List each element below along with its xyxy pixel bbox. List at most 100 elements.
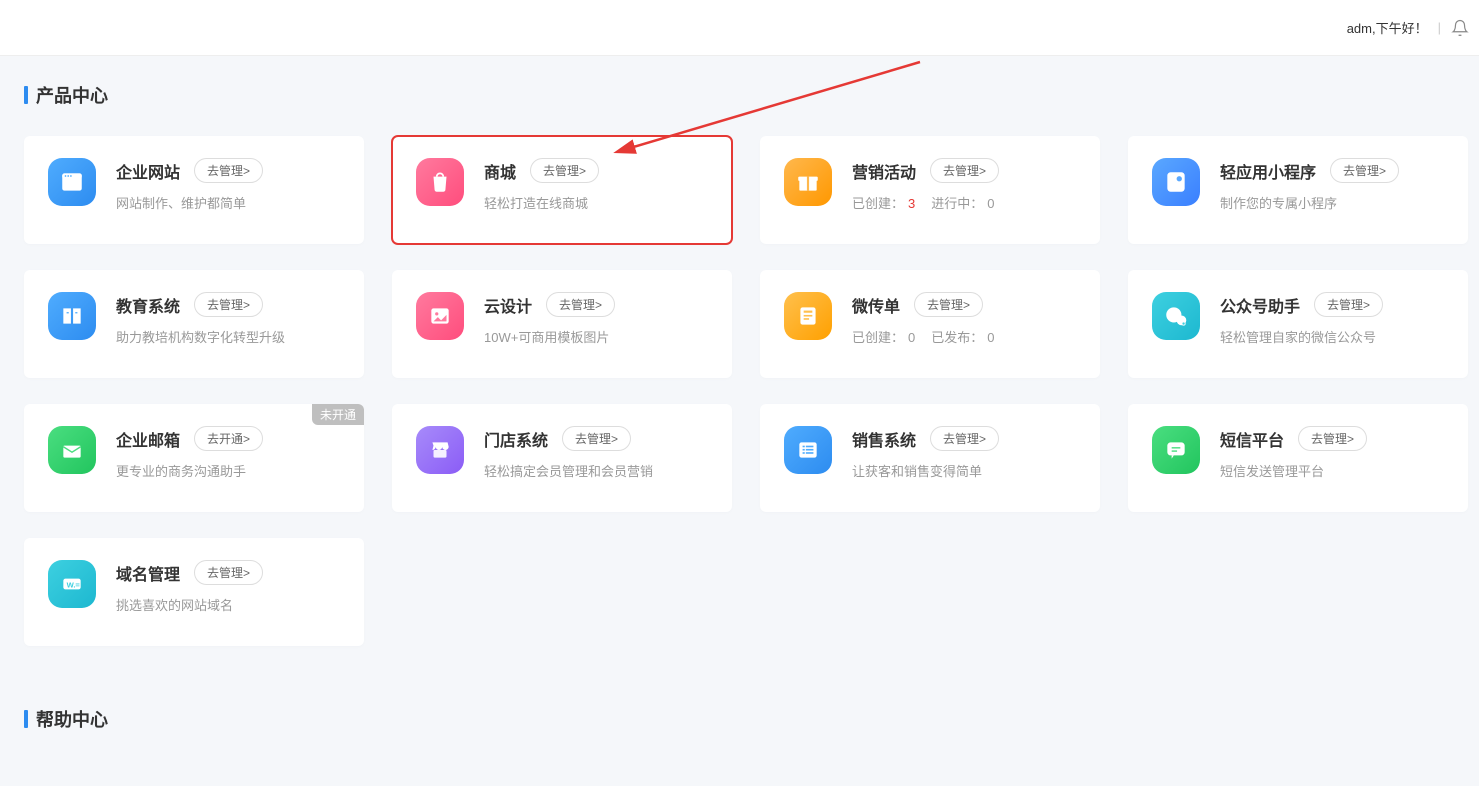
card-body: 销售系统去管理> 让获客和销售变得简单 xyxy=(852,426,1076,480)
manage-button[interactable]: 去管理> xyxy=(194,292,263,317)
product-card-11[interactable]: 短信平台去管理>短信发送管理平台 xyxy=(1128,404,1468,512)
stat-created: 已创建：0 xyxy=(852,330,915,345)
card-desc: 助力教培机构数字化转型升级 xyxy=(116,327,340,346)
card-title: 销售系统 xyxy=(852,427,916,451)
stat-created-label: 已创建： xyxy=(852,330,904,345)
card-title: 公众号助手 xyxy=(1220,293,1300,317)
product-card-8[interactable]: 企业邮箱去开通> 更专业的商务沟通助手 未开通 xyxy=(24,404,364,512)
card-body: 短信平台去管理>短信发送管理平台 xyxy=(1220,426,1444,480)
card-title: 营销活动 xyxy=(852,159,916,183)
stat-active-label: 进行中： xyxy=(931,196,983,211)
card-stats: 已创建：0 已发布：0 xyxy=(852,327,1076,346)
card-body: 轻应用小程序去管理> 制作您的专属小程序 xyxy=(1220,158,1444,212)
content-area: 产品中心 企业网站去管理>网站制作、维护都简单商城去管理>轻松打造在线商城营销活… xyxy=(0,56,1479,786)
card-header: 商城去管理> xyxy=(484,158,708,183)
manage-button[interactable]: 去管理> xyxy=(1314,292,1383,317)
shop-icon xyxy=(416,158,464,206)
manage-button[interactable]: 去管理> xyxy=(194,560,263,585)
product-card-9[interactable]: 门店系统去管理> 轻松搞定会员管理和会员营销 xyxy=(392,404,732,512)
manage-button[interactable]: 去管理> xyxy=(1330,158,1399,183)
status-badge: 未开通 xyxy=(312,404,364,425)
product-card-4[interactable]: 教育系统去管理> 助力教培机构数字化转型升级 xyxy=(24,270,364,378)
stat-active-label: 已发布： xyxy=(931,330,983,345)
top-bar: adm,下午好！ | xyxy=(0,0,1479,56)
manage-button[interactable]: 去管理> xyxy=(562,426,631,451)
card-body: 云设计去管理>10W+可商用模板图片 xyxy=(484,292,708,346)
card-body: 营销活动去管理> 已创建：3 进行中： 0 xyxy=(852,158,1076,212)
card-desc: 轻松管理自家的微信公众号 xyxy=(1220,327,1444,346)
manage-button[interactable]: 去管理> xyxy=(530,158,599,183)
product-card-6[interactable]: 微传单去管理> 已创建：0 已发布：0 xyxy=(760,270,1100,378)
product-card-2[interactable]: 营销活动去管理> 已创建：3 进行中： 0 xyxy=(760,136,1100,244)
card-header: 短信平台去管理> xyxy=(1220,426,1444,451)
list-icon xyxy=(784,426,832,474)
card-title: 商城 xyxy=(484,159,516,183)
store-icon xyxy=(416,426,464,474)
product-card-1[interactable]: 商城去管理> 轻松打造在线商城 xyxy=(392,136,732,244)
card-stats: 已创建：3 进行中： 0 xyxy=(852,193,1076,212)
product-card-0[interactable]: 企业网站去管理> 网站制作、维护都简单 xyxy=(24,136,364,244)
card-desc: 更专业的商务沟通助手 xyxy=(116,461,340,480)
card-title: 企业网站 xyxy=(116,159,180,183)
card-desc: 轻松搞定会员管理和会员营销 xyxy=(484,461,708,480)
manage-button[interactable]: 去管理> xyxy=(194,158,263,183)
bell-icon[interactable] xyxy=(1451,19,1469,37)
card-body: 企业邮箱去开通> 更专业的商务沟通助手 xyxy=(116,426,340,480)
book-icon xyxy=(48,292,96,340)
wechat-icon xyxy=(1152,292,1200,340)
gift-icon xyxy=(784,158,832,206)
product-card-7[interactable]: 公众号助手去管理> 轻松管理自家的微信公众号 xyxy=(1128,270,1468,378)
manage-button[interactable]: 去管理> xyxy=(914,292,983,317)
stat-active-value: 0 xyxy=(987,196,994,211)
manage-button[interactable]: 去管理> xyxy=(930,426,999,451)
card-header: 企业邮箱去开通> xyxy=(116,426,340,451)
card-title: 轻应用小程序 xyxy=(1220,159,1316,183)
card-desc: 制作您的专属小程序 xyxy=(1220,193,1444,212)
manage-button[interactable]: 去管理> xyxy=(1298,426,1367,451)
manage-button[interactable]: 去管理> xyxy=(546,292,615,317)
miniapp-icon xyxy=(1152,158,1200,206)
product-card-5[interactable]: 云设计去管理>10W+可商用模板图片 xyxy=(392,270,732,378)
product-grid: 企业网站去管理>网站制作、维护都简单商城去管理>轻松打造在线商城营销活动去管理>… xyxy=(24,136,1455,646)
card-header: 门店系统去管理> xyxy=(484,426,708,451)
stat-created-value: 3 xyxy=(908,196,915,211)
flyer-icon xyxy=(784,292,832,340)
card-desc: 轻松打造在线商城 xyxy=(484,193,708,212)
card-header: 公众号助手去管理> xyxy=(1220,292,1444,317)
card-desc: 让获客和销售变得简单 xyxy=(852,461,1076,480)
card-body: 企业网站去管理> 网站制作、维护都简单 xyxy=(116,158,340,212)
card-body: 商城去管理> 轻松打造在线商城 xyxy=(484,158,708,212)
section-title-help: 帮助中心 xyxy=(24,706,1455,732)
card-header: 企业网站去管理> xyxy=(116,158,340,183)
stat-active: 已发布：0 xyxy=(931,330,994,345)
stat-created: 已创建：3 xyxy=(852,196,915,211)
card-title: 云设计 xyxy=(484,293,532,317)
mail-icon xyxy=(48,426,96,474)
domain-icon: W.= xyxy=(48,560,96,608)
product-card-3[interactable]: 轻应用小程序去管理> 制作您的专属小程序 xyxy=(1128,136,1468,244)
card-header: 销售系统去管理> xyxy=(852,426,1076,451)
card-header: 教育系统去管理> xyxy=(116,292,340,317)
card-header: 营销活动去管理> xyxy=(852,158,1076,183)
section-title-help-text: 帮助中心 xyxy=(36,706,108,732)
card-desc: 网站制作、维护都简单 xyxy=(116,193,340,212)
card-title: 微传单 xyxy=(852,293,900,317)
product-card-12[interactable]: W.=域名管理去管理>挑选喜欢的网站域名 xyxy=(24,538,364,646)
card-title: 短信平台 xyxy=(1220,427,1284,451)
card-header: 微传单去管理> xyxy=(852,292,1076,317)
top-separator: | xyxy=(1438,20,1441,35)
product-card-10[interactable]: 销售系统去管理> 让获客和销售变得简单 xyxy=(760,404,1100,512)
card-header: 轻应用小程序去管理> xyxy=(1220,158,1444,183)
card-title: 企业邮箱 xyxy=(116,427,180,451)
svg-text:W.=: W.= xyxy=(67,580,81,589)
section-title-products-text: 产品中心 xyxy=(36,82,108,108)
sms-icon xyxy=(1152,426,1200,474)
stat-active: 进行中： 0 xyxy=(931,196,994,211)
image-icon xyxy=(416,292,464,340)
card-body: 门店系统去管理> 轻松搞定会员管理和会员营销 xyxy=(484,426,708,480)
manage-button[interactable]: 去管理> xyxy=(930,158,999,183)
website-icon xyxy=(48,158,96,206)
section-title-products: 产品中心 xyxy=(24,82,1455,108)
card-body: 微传单去管理> 已创建：0 已发布：0 xyxy=(852,292,1076,346)
manage-button[interactable]: 去开通> xyxy=(194,426,263,451)
